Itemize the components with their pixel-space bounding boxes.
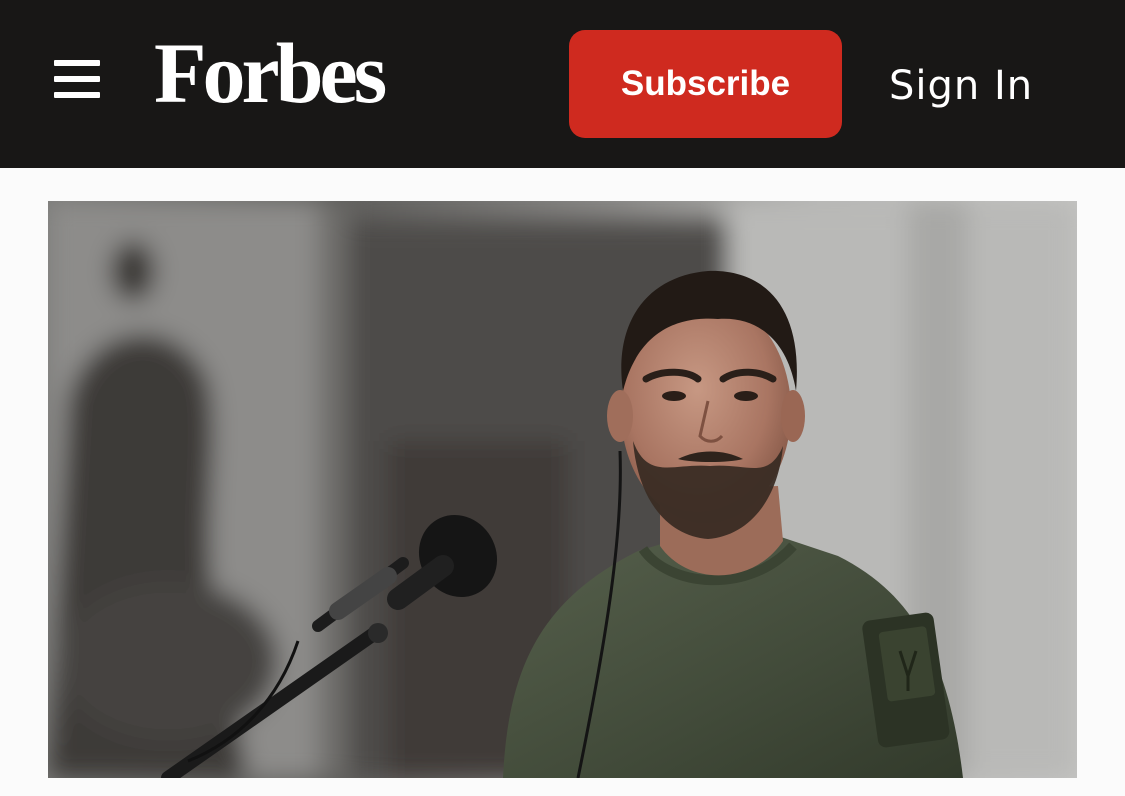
article-hero-image — [48, 201, 1077, 778]
hero-photo-illustration — [48, 201, 1077, 778]
hamburger-menu-icon[interactable] — [52, 58, 102, 100]
site-header: Forbes Subscribe Sign In — [0, 0, 1125, 168]
subscribe-button[interactable]: Subscribe — [569, 30, 842, 138]
sign-in-link[interactable]: Sign In — [889, 56, 1033, 116]
forbes-logo[interactable]: Forbes — [154, 30, 387, 116]
